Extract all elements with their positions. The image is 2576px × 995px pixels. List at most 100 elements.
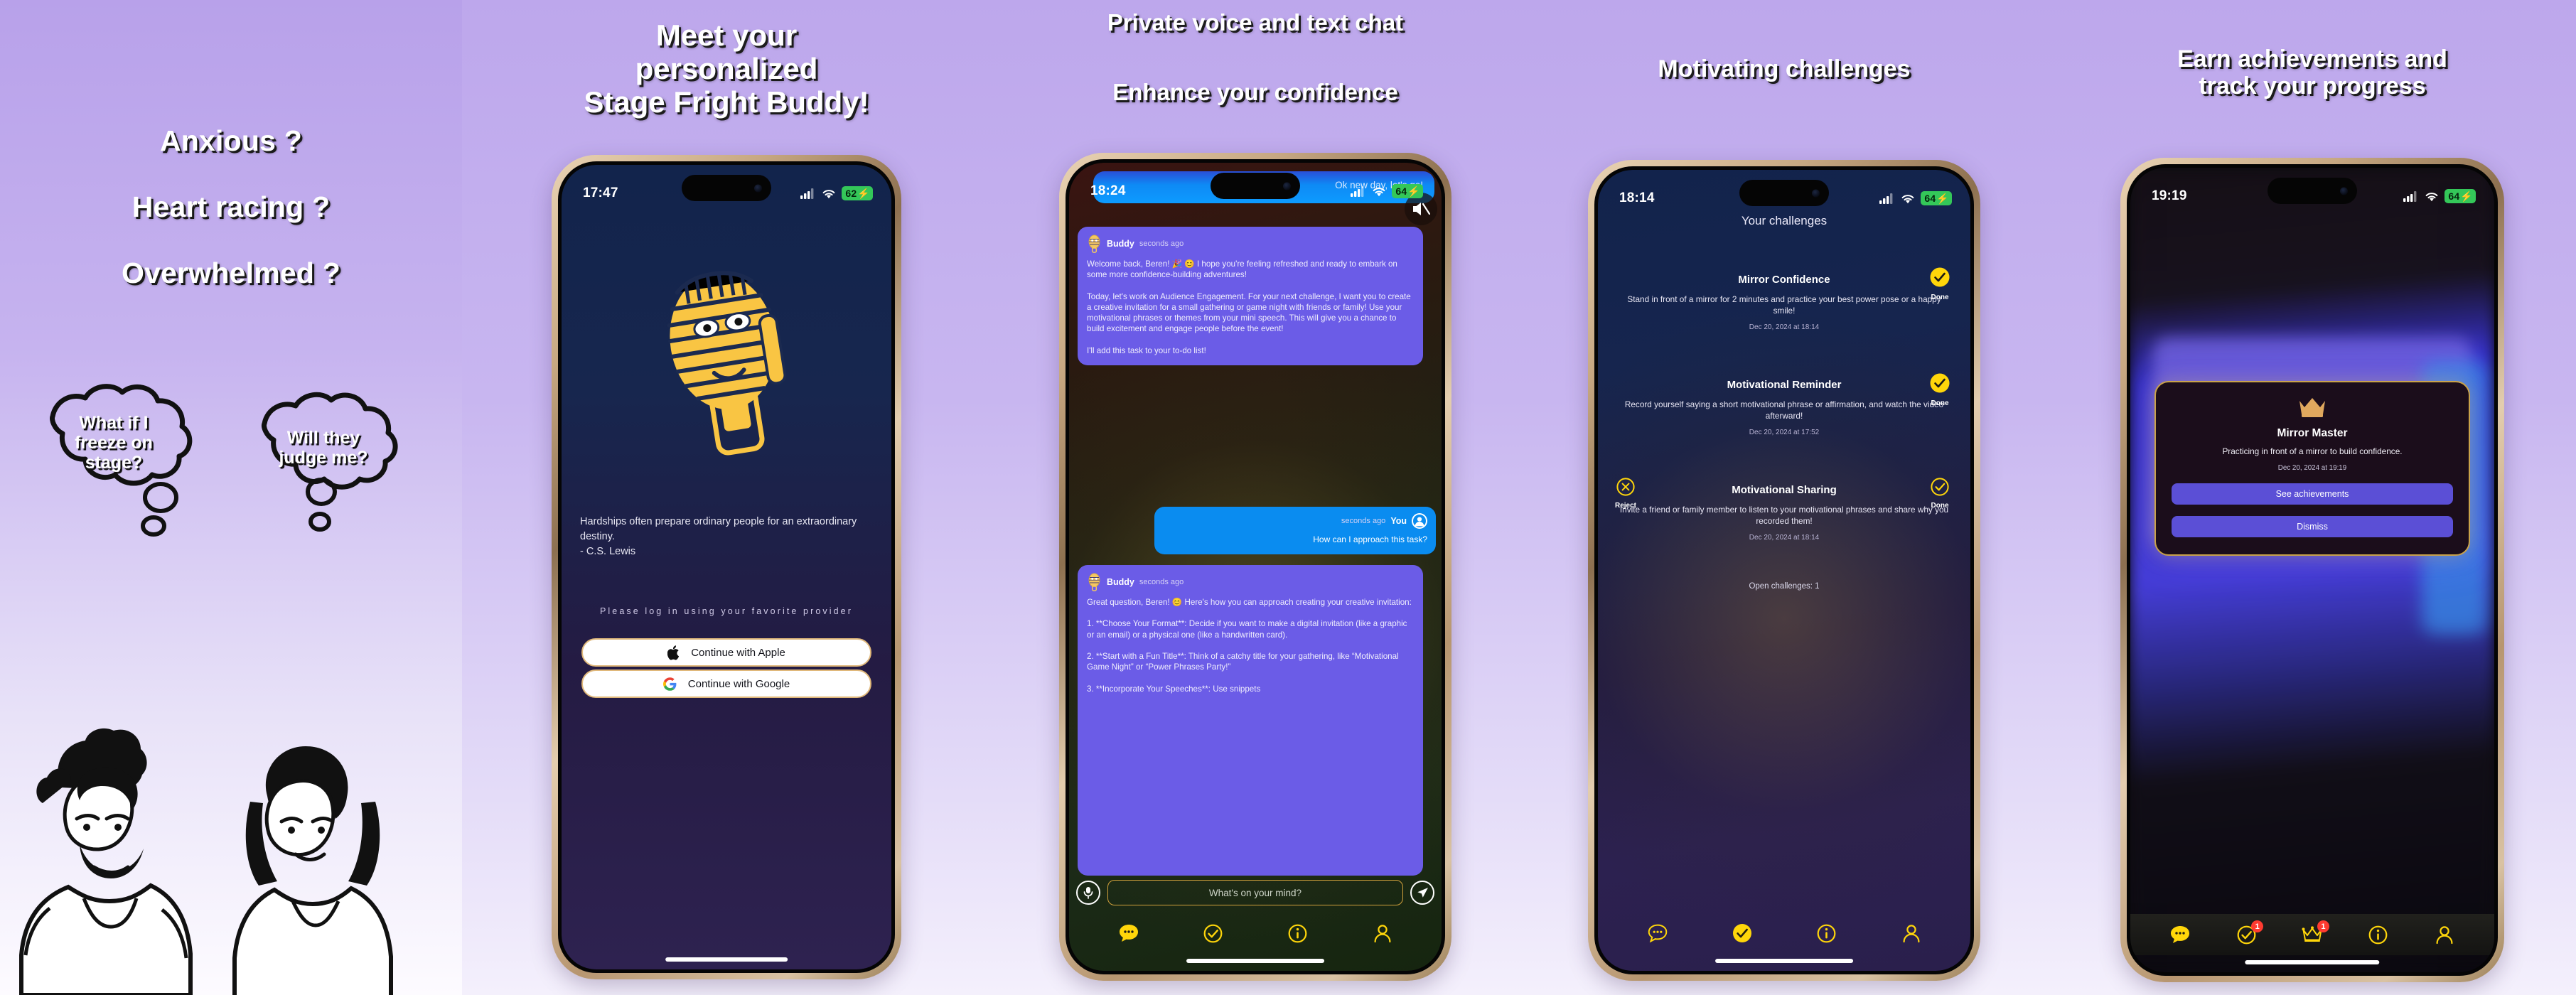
message-input[interactable]: What's on your mind? [1107,880,1403,905]
dynamic-island [682,175,771,201]
tab-challenges[interactable]: 1 [2234,920,2264,947]
voice-record-button[interactable] [1076,881,1100,905]
google-button-label: Continue with Google [687,677,790,690]
tab-profile[interactable] [2432,923,2457,947]
buddy-avatar-microphone-icon [1088,235,1100,253]
person-outline-icon [2436,925,2453,944]
reject-label: Reject [1614,502,1636,510]
dynamic-island [1739,180,1829,206]
info-circle-icon [1817,924,1836,942]
microphone-mascot-icon [667,271,787,456]
achievement-date: Dec 20, 2024 at 19:19 [2277,463,2347,472]
challenge-name: Motivational Reminder [1727,379,1842,391]
message-text: Welcome back, Beren! 🎉 😊 I hope you're f… [1087,259,1411,355]
battery-level: 64 [1395,185,1407,197]
person-outline-icon [1903,924,1919,942]
cellular-signal-icon [800,188,814,199]
status-time: 19:19 [2152,188,2187,203]
battery-level: 64 [1924,193,1936,204]
panel-login-caption-text: Meet your personalized Stage Fright Budd… [584,18,869,119]
continue-with-google-button[interactable]: Continue with Google [581,669,871,698]
chat-message-buddy-2: Buddy seconds ago Great question, Beren!… [1078,565,1423,876]
tab-achievements[interactable]: 1 [2300,920,2329,947]
tab-info[interactable] [1286,921,1310,945]
wifi-icon [2425,192,2438,201]
tab-info[interactable] [1815,921,1839,945]
tab-chat[interactable] [1117,921,1141,945]
apple-logo-icon [667,645,680,660]
challenge-reject-action[interactable]: Reject [1605,478,1646,510]
challenge-done-action[interactable]: Done [1919,478,1960,510]
thought-bubble-left: What if I freeze on stage? [14,382,213,503]
challenges-badge: 1 [2251,920,2264,932]
buddy-avatar-microphone-icon [1088,573,1100,591]
dismiss-button[interactable]: Dismiss [2172,515,2453,537]
tab-profile[interactable] [1370,921,1395,945]
home-indicator [1186,959,1324,963]
cellular-signal-icon [2403,190,2417,202]
quote-text: Hardships often prepare ordinary people … [580,515,873,559]
panel-challenges-caption: Motivating challenges [1658,55,1911,82]
panel-achievements-caption: Earn achievements and track your progres… [2049,45,2576,100]
panel-login-caption: Meet your personalized Stage Fright Budd… [462,18,991,119]
panel-achievements-caption-text: Earn achievements and track your progres… [2177,45,2447,100]
tab-chat[interactable] [1646,921,1670,945]
intro-line-1: Anxious ? [160,124,302,157]
message-composer: What's on your mind? [1069,876,1442,910]
status-time: 18:24 [1090,183,1126,198]
home-indicator [2245,960,2380,964]
illustration-two-people [19,728,393,995]
tab-info[interactable] [2366,923,2390,947]
done-label: Done [1931,294,1949,301]
done-label: Done [1931,399,1949,407]
blurred-background [2130,168,2494,972]
challenge-item[interactable]: Mirror Confidence Stand in front of a mi… [1598,274,1970,331]
continue-with-apple-button[interactable]: Continue with Apple [581,638,871,667]
status-time: 18:14 [1619,190,1655,205]
login-screen: 17:47 62 ⚡ Hardships often prepare ordin… [562,165,891,969]
message-sender: Buddy [1107,577,1134,587]
achievements-screen: 19:19 64 ⚡ Mirror Master Practicing in f… [2130,168,2494,972]
see-achievements-button[interactable]: See achievements [2172,483,2453,505]
chat-screen: Ok new day, let's go! 18:24 64 ⚡ Buddy s… [1069,163,1442,971]
login-hint-text: Please log in using your favorite provid… [599,606,854,616]
thought-tail-right-icon [306,478,337,532]
check-circle-icon [1203,924,1223,942]
chat-bubble-icon [2171,926,2190,943]
battery-indicator: 64 ⚡ [2444,189,2476,203]
screen-title: Your challenges [1741,214,1828,227]
tab-challenges[interactable] [1201,921,1225,945]
cellular-signal-icon [1879,193,1893,204]
intro-line-2: Heart racing ? [132,190,331,223]
intro-headline-group: Anxious ? Heart racing ? Overwhelmed ? [0,124,462,323]
achievement-dialog: Mirror Master Practicing in front of a m… [2154,381,2470,556]
challenge-name: Mirror Confidence [1738,274,1830,286]
thought-tail-left-icon [141,482,178,537]
info-circle-icon [2368,925,2388,944]
challenge-done-action[interactable]: Done [1919,372,1960,407]
wifi-icon [1373,187,1385,196]
panel-chat: Private voice and text chat Enhance your… [991,0,1520,995]
send-button[interactable] [1410,881,1434,905]
person-outline-icon [1374,924,1390,942]
challenge-item[interactable]: Motivational Reminder Record yourself sa… [1598,379,1970,436]
tab-challenges[interactable] [1730,921,1754,945]
challenge-done-action[interactable]: Done [1919,267,1960,301]
tab-profile[interactable] [1899,921,1923,945]
done-label: Done [1931,502,1949,510]
home-indicator [665,957,788,962]
challenge-name: Motivational Sharing [1732,484,1837,496]
bottom-tab-bar [1069,913,1442,954]
tab-chat[interactable] [2168,923,2192,947]
buddy-mascot-illustration [562,257,891,463]
panel-chat-caption-1: Private voice and text chat [1107,9,1404,36]
done-check-filled-icon [1930,373,1950,393]
send-paper-plane-icon [1417,887,1428,898]
challenge-item[interactable]: Motivational Sharing Invite a friend or … [1598,484,1970,542]
phone-mockup-challenges: 18:14 64 ⚡ Your challenges Mirror Confid… [1588,160,1980,981]
thought-left-text: What if I freeze on stage? [75,413,153,473]
challenge-description: Invite a friend or family member to list… [1619,505,1949,526]
quote-body: Hardships often prepare ordinary people … [580,516,857,558]
reject-x-circle-icon [1616,478,1635,496]
bottom-tab-bar: 1 1 [2130,914,2494,955]
